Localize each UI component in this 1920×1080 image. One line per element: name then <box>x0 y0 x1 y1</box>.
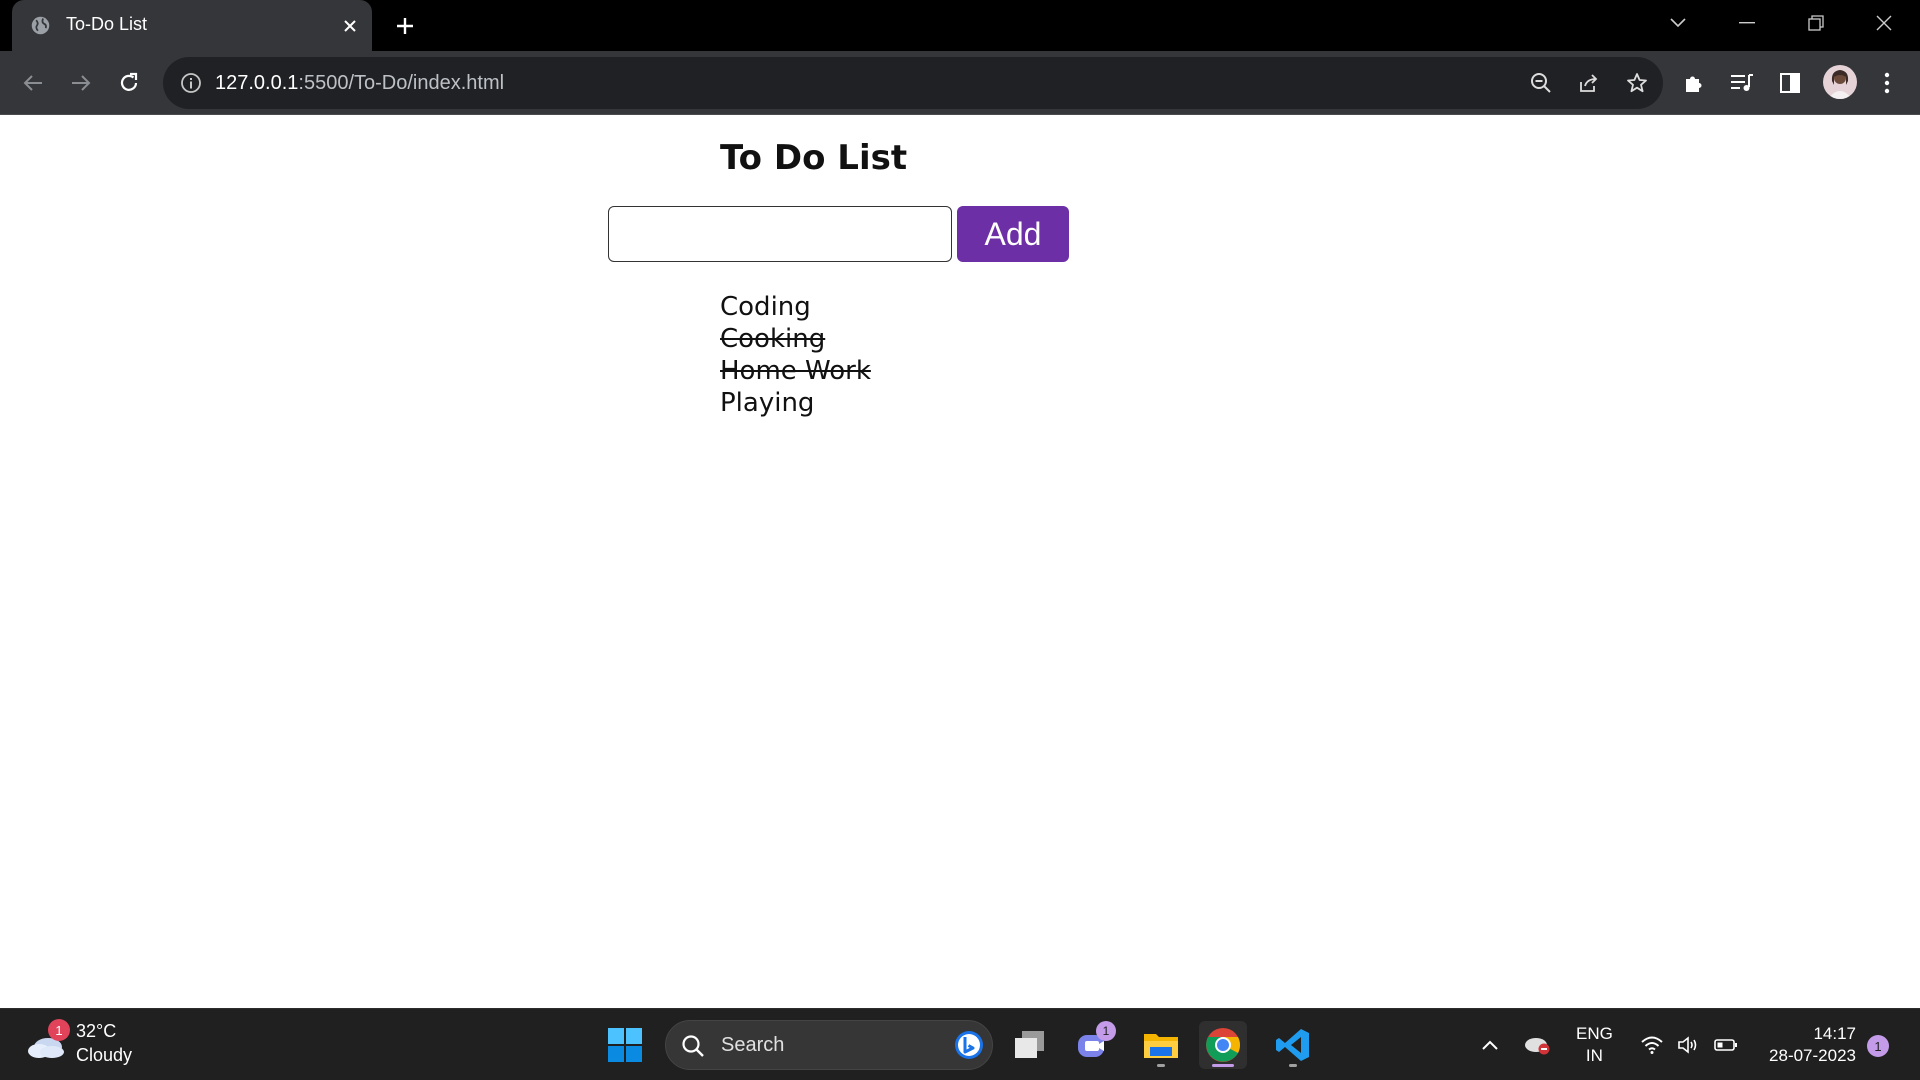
browser-tab-active[interactable]: To-Do List <box>12 0 372 51</box>
active-indicator <box>1212 1064 1234 1067</box>
back-arrow-icon[interactable] <box>15 65 51 101</box>
running-indicator <box>1157 1064 1165 1067</box>
profile-avatar[interactable] <box>1823 65 1857 99</box>
new-tab-plus-icon[interactable] <box>391 12 419 40</box>
onedrive-icon[interactable] <box>1523 1031 1551 1059</box>
volume-icon[interactable] <box>1675 1031 1703 1059</box>
language-indicator[interactable]: ENG IN <box>1576 1023 1613 1067</box>
globe-icon <box>31 16 50 35</box>
media-queue-icon[interactable] <box>1725 66 1759 100</box>
share-icon[interactable] <box>1576 70 1602 96</box>
url-path: :5500/To-Do/index.html <box>298 72 505 94</box>
weather-temperature[interactable]: 32°C <box>76 1021 116 1042</box>
restore-icon[interactable] <box>1798 8 1834 38</box>
search-label: Search <box>721 1034 785 1056</box>
site-info-icon[interactable] <box>179 71 203 95</box>
windows-taskbar: 1 32°C Cloudy Search 1 ENG IN 14:17 28-0… <box>0 1008 1920 1080</box>
bing-chat-icon[interactable] <box>954 1030 984 1060</box>
browser-menu-icon[interactable] <box>1870 66 1904 100</box>
search-icon <box>682 1035 704 1057</box>
region-code: IN <box>1585 1046 1603 1065</box>
clock-date: 28-07-2023 <box>1769 1046 1856 1065</box>
extensions-puzzle-icon[interactable] <box>1677 66 1711 100</box>
clock-time: 14:17 <box>1813 1024 1856 1043</box>
page-viewport: To Do List Add Coding Cooking Home Work … <box>0 116 1920 1008</box>
page-title: To Do List <box>720 138 908 178</box>
task-item-done[interactable]: Cooking <box>720 323 871 355</box>
chrome-icon[interactable] <box>1199 1021 1247 1069</box>
close-window-icon[interactable] <box>1866 8 1902 38</box>
task-view-icon[interactable] <box>1006 1021 1054 1069</box>
task-item[interactable]: Coding <box>720 291 871 323</box>
vscode-icon[interactable] <box>1269 1021 1317 1069</box>
task-item-done[interactable]: Home Work <box>720 355 871 387</box>
file-explorer-icon[interactable] <box>1137 1021 1185 1069</box>
windows-start-icon[interactable] <box>607 1027 643 1063</box>
reload-icon[interactable] <box>111 65 147 101</box>
wifi-icon[interactable] <box>1638 1031 1666 1059</box>
teams-chat-icon[interactable]: 1 <box>1070 1021 1118 1069</box>
weather-alert-badge: 1 <box>48 1019 70 1041</box>
weather-condition[interactable]: Cloudy <box>76 1045 132 1066</box>
notification-count-badge[interactable]: 1 <box>1867 1035 1889 1057</box>
side-panel-icon[interactable] <box>1773 66 1807 100</box>
tab-search-chevron-icon[interactable] <box>1660 8 1696 38</box>
chevron-up-icon[interactable] <box>1476 1031 1504 1059</box>
task-input[interactable] <box>608 206 952 262</box>
forward-arrow-icon[interactable] <box>63 65 99 101</box>
address-bar[interactable]: 127.0.0.1:5500/To-Do/index.html <box>163 57 1663 109</box>
zoom-out-icon[interactable] <box>1528 70 1554 96</box>
chat-badge: 1 <box>1096 1021 1116 1041</box>
bookmark-star-icon[interactable] <box>1624 70 1650 96</box>
browser-toolbar: 127.0.0.1:5500/To-Do/index.html <box>0 51 1920 115</box>
system-clock[interactable]: 14:17 28-07-2023 <box>1760 1023 1856 1067</box>
url-text[interactable]: 127.0.0.1:5500/To-Do/index.html <box>215 72 504 95</box>
tab-title: To-Do List <box>66 14 148 34</box>
add-button[interactable]: Add <box>957 206 1069 262</box>
browser-tab-strip: To-Do List <box>0 0 1920 51</box>
url-host: 127.0.0.1 <box>215 72 299 94</box>
running-indicator <box>1289 1064 1297 1067</box>
language-code: ENG <box>1576 1024 1613 1043</box>
taskbar-search-box[interactable]: Search <box>665 1020 993 1070</box>
task-item[interactable]: Playing <box>720 387 871 419</box>
task-list: Coding Cooking Home Work Playing <box>720 291 871 419</box>
minimize-icon[interactable] <box>1729 8 1765 38</box>
tab-close-icon[interactable] <box>337 13 362 38</box>
battery-icon[interactable] <box>1712 1031 1740 1059</box>
